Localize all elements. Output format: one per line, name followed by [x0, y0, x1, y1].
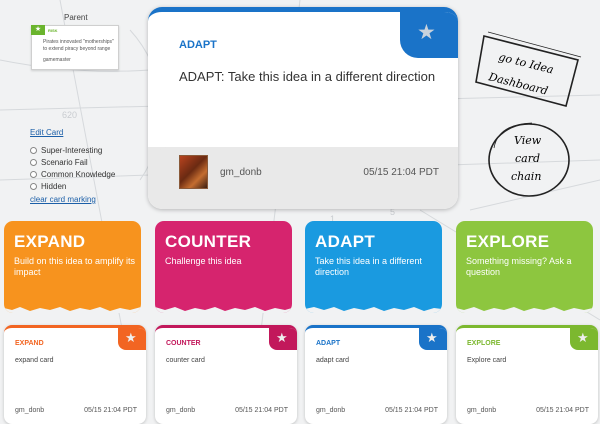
category-card-adapt[interactable]: ADAPT Take this idea in a different dire… — [305, 221, 442, 313]
radio-icon[interactable] — [30, 146, 37, 154]
category-title: EXPAND — [14, 232, 86, 251]
parent-card-user: gamemaster — [43, 57, 71, 63]
card-counter[interactable]: ★ COUNTER counter card gm_donb 05/15 21:… — [155, 325, 297, 424]
torn-edge — [155, 307, 292, 313]
main-card-type: ADAPT — [179, 39, 217, 51]
option-label: Scenario Fail — [41, 157, 88, 167]
card-expand[interactable]: ★ EXPAND expand card gm_donb 05/15 21:04… — [4, 325, 146, 424]
card-text: adapt card — [316, 357, 350, 364]
parent-card-text: Pirates innovated "motherships" to exten… — [43, 39, 114, 52]
card-corner[interactable]: ★ — [419, 328, 447, 350]
option-hidden[interactable]: Hidden — [30, 180, 115, 192]
option-common-knowledge[interactable]: Common Knowledge — [30, 168, 115, 180]
card-text: Explore card — [467, 357, 507, 364]
category-description: Something missing? Ask a question — [466, 256, 572, 277]
parent-card-type: RISK — [48, 28, 58, 33]
parent-card-star-icon: ★ — [31, 25, 45, 35]
option-label: Super-Interesting — [41, 145, 103, 155]
category-description: Take this idea in a different direction — [315, 256, 422, 277]
card-type: EXPLORE — [467, 340, 501, 347]
main-card-corner[interactable]: ★ — [400, 12, 458, 58]
torn-edge — [148, 147, 458, 153]
card-time: 05/15 21:04 PDT — [235, 407, 288, 414]
option-label: Hidden — [41, 181, 67, 191]
torn-edge — [4, 307, 141, 313]
chain-label-line1: View — [514, 134, 542, 147]
category-card-counter[interactable]: COUNTER Challenge this idea — [155, 221, 292, 313]
card-corner[interactable]: ★ — [570, 328, 598, 350]
option-scenario-fail[interactable]: Scenario Fail — [30, 156, 115, 168]
chain-label-line3: chain — [511, 170, 541, 183]
clear-card-marking-link[interactable]: clear card marking — [30, 195, 115, 204]
card-time: 05/15 21:04 PDT — [385, 407, 438, 414]
parent-card[interactable]: ★ RISK Pirates innovated "motherships" t… — [31, 25, 119, 70]
card-type: COUNTER — [166, 340, 201, 347]
card-text: expand card — [15, 357, 54, 364]
card-user[interactable]: gm_donb — [166, 407, 195, 414]
parent-label: Parent — [64, 13, 88, 22]
category-description: Challenge this idea — [165, 256, 242, 266]
dashboard-label-line1: go to Idea — [497, 50, 555, 76]
go-to-idea-dashboard-link[interactable]: go to Idea Dashboard — [470, 20, 588, 112]
star-icon[interactable]: ★ — [276, 331, 288, 344]
main-card-text: ADAPT: Take this idea in a different dir… — [179, 69, 436, 84]
category-title: ADAPT — [315, 232, 376, 251]
option-label: Common Knowledge — [41, 169, 116, 179]
radio-icon[interactable] — [30, 182, 37, 190]
card-corner[interactable]: ★ — [118, 328, 146, 350]
card-time: 05/15 21:04 PDT — [536, 407, 589, 414]
star-icon[interactable]: ★ — [577, 331, 589, 344]
category-card-explore[interactable]: EXPLORE Something missing? Ask a questio… — [456, 221, 593, 313]
avatar — [179, 155, 208, 189]
category-title: COUNTER — [165, 232, 252, 251]
card-type: EXPAND — [15, 340, 44, 347]
view-card-chain-link[interactable]: View card chain — [484, 118, 574, 200]
chain-label-line2: card — [515, 152, 540, 165]
card-time: 05/15 21:04 PDT — [84, 407, 137, 414]
option-super-interesting[interactable]: Super-Interesting — [30, 144, 115, 156]
star-icon[interactable]: ★ — [426, 331, 438, 344]
card-text: counter card — [166, 357, 205, 364]
torn-edge — [305, 307, 442, 313]
torn-edge — [456, 307, 593, 313]
card-user[interactable]: gm_donb — [15, 407, 44, 414]
svg-text:620: 620 — [62, 110, 77, 120]
card-explore[interactable]: ★ EXPLORE Explore card gm_donb 05/15 21:… — [456, 325, 598, 424]
category-description: Build on this idea to amplify its impact — [14, 256, 136, 277]
edit-card-link[interactable]: Edit Card — [30, 128, 115, 137]
card-corner[interactable]: ★ — [269, 328, 297, 350]
main-card-footer: gm_donb 05/15 21:04 PDT — [148, 147, 458, 209]
card-adapt[interactable]: ★ ADAPT adapt card gm_donb 05/15 21:04 P… — [305, 325, 447, 424]
card-user[interactable]: gm_donb — [467, 407, 496, 414]
card-options: Edit Card Super-Interesting Scenario Fai… — [30, 128, 115, 204]
star-icon[interactable]: ★ — [125, 331, 137, 344]
star-icon[interactable]: ★ — [417, 22, 436, 43]
radio-icon[interactable] — [30, 158, 37, 166]
card-type: ADAPT — [316, 340, 341, 347]
category-title: EXPLORE — [466, 232, 550, 251]
main-card-user[interactable]: gm_donb — [220, 167, 262, 178]
card-user[interactable]: gm_donb — [316, 407, 345, 414]
main-card: ★ ADAPT ADAPT: Take this idea in a diffe… — [148, 7, 458, 209]
radio-icon[interactable] — [30, 170, 37, 178]
category-card-expand[interactable]: EXPAND Build on this idea to amplify its… — [4, 221, 141, 313]
main-card-time: 05/15 21:04 PDT — [363, 167, 439, 178]
